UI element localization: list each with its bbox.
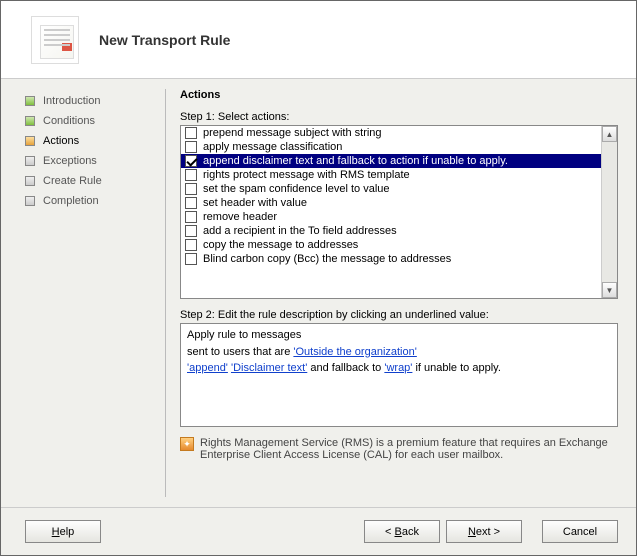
action-label: Blind carbon copy (Bcc) the message to a… bbox=[203, 253, 451, 265]
action-item[interactable]: remove header bbox=[181, 210, 601, 224]
step1-label: Step 1: Select actions: bbox=[180, 111, 618, 123]
sidebar-item-create-rule[interactable]: Create Rule bbox=[25, 171, 159, 191]
action-item[interactable]: append disclaimer text and fallback to a… bbox=[181, 154, 601, 168]
sidebar-item-exceptions[interactable]: Exceptions bbox=[25, 151, 159, 171]
sidebar-item-actions[interactable]: Actions bbox=[25, 131, 159, 151]
info-note: ✦ Rights Management Service (RMS) is a p… bbox=[180, 437, 618, 461]
sidebar-item-label: Actions bbox=[43, 135, 79, 147]
sidebar-item-label: Conditions bbox=[43, 115, 95, 127]
action-item[interactable]: rights protect message with RMS template bbox=[181, 168, 601, 182]
link-wrap[interactable]: 'wrap' bbox=[384, 362, 412, 374]
help-button[interactable]: Help bbox=[25, 520, 101, 543]
step-bullet-icon bbox=[25, 96, 35, 106]
wizard-window: New Transport Rule Introduction Conditio… bbox=[0, 0, 637, 556]
step-bullet-icon bbox=[25, 136, 35, 146]
desc-line: Apply rule to messages bbox=[187, 327, 611, 344]
link-scope[interactable]: 'Outside the organization' bbox=[293, 346, 416, 358]
scroll-track[interactable] bbox=[602, 142, 617, 282]
action-label: remove header bbox=[203, 211, 277, 223]
link-append[interactable]: 'append' bbox=[187, 362, 228, 374]
checkbox-icon[interactable] bbox=[185, 183, 197, 195]
action-label: apply message classification bbox=[203, 141, 342, 153]
step-bullet-icon bbox=[25, 156, 35, 166]
scrollbar[interactable]: ▲ ▼ bbox=[601, 126, 617, 298]
checkbox-icon[interactable] bbox=[185, 211, 197, 223]
sidebar-item-introduction[interactable]: Introduction bbox=[25, 91, 159, 111]
step-bullet-icon bbox=[25, 196, 35, 206]
rule-description-box: Apply rule to messages sent to users tha… bbox=[180, 323, 618, 427]
action-item[interactable]: prepend message subject with string bbox=[181, 126, 601, 140]
action-item[interactable]: apply message classification bbox=[181, 140, 601, 154]
note-text: Rights Management Service (RMS) is a pre… bbox=[200, 437, 618, 461]
action-label: set header with value bbox=[203, 197, 307, 209]
action-item[interactable]: Blind carbon copy (Bcc) the message to a… bbox=[181, 252, 601, 266]
step-bullet-icon bbox=[25, 116, 35, 126]
checkbox-icon[interactable] bbox=[185, 169, 197, 181]
link-disclaimer-text[interactable]: 'Disclaimer text' bbox=[231, 362, 307, 374]
action-label: append disclaimer text and fallback to a… bbox=[203, 155, 508, 167]
action-item[interactable]: copy the message to addresses bbox=[181, 238, 601, 252]
page-title: New Transport Rule bbox=[99, 32, 230, 48]
checkbox-icon[interactable] bbox=[185, 127, 197, 139]
info-icon: ✦ bbox=[180, 437, 194, 451]
action-item[interactable]: set the spam confidence level to value bbox=[181, 182, 601, 196]
scroll-up-icon[interactable]: ▲ bbox=[602, 126, 617, 142]
checkbox-icon[interactable] bbox=[185, 225, 197, 237]
section-heading: Actions bbox=[180, 89, 618, 101]
main-panel: Actions Step 1: Select actions: prepend … bbox=[166, 79, 636, 507]
back-button[interactable]: < Back bbox=[364, 520, 440, 543]
checkbox-icon[interactable] bbox=[185, 197, 197, 209]
sidebar-item-label: Completion bbox=[43, 195, 99, 207]
sidebar-item-label: Create Rule bbox=[43, 175, 102, 187]
checkbox-icon[interactable] bbox=[185, 155, 197, 167]
action-label: prepend message subject with string bbox=[203, 127, 382, 139]
action-label: add a recipient in the To field addresse… bbox=[203, 225, 397, 237]
header: New Transport Rule bbox=[1, 1, 636, 79]
action-label: set the spam confidence level to value bbox=[203, 183, 390, 195]
checkbox-icon[interactable] bbox=[185, 141, 197, 153]
action-item[interactable]: add a recipient in the To field addresse… bbox=[181, 224, 601, 238]
sidebar-item-completion[interactable]: Completion bbox=[25, 191, 159, 211]
step2-label: Step 2: Edit the rule description by cli… bbox=[180, 309, 618, 321]
sidebar-item-conditions[interactable]: Conditions bbox=[25, 111, 159, 131]
cancel-button[interactable]: Cancel bbox=[542, 520, 618, 543]
action-label: rights protect message with RMS template bbox=[203, 169, 410, 181]
step-bullet-icon bbox=[25, 176, 35, 186]
checkbox-icon[interactable] bbox=[185, 253, 197, 265]
scroll-down-icon[interactable]: ▼ bbox=[602, 282, 617, 298]
footer: Help < Back Next > Cancel bbox=[1, 507, 636, 555]
next-button[interactable]: Next > bbox=[446, 520, 522, 543]
wizard-steps-sidebar: Introduction Conditions Actions Exceptio… bbox=[1, 79, 165, 507]
checkbox-icon[interactable] bbox=[185, 239, 197, 251]
action-item[interactable]: set header with value bbox=[181, 196, 601, 210]
desc-line: sent to users that are 'Outside the orga… bbox=[187, 344, 611, 361]
sidebar-item-label: Exceptions bbox=[43, 155, 97, 167]
sidebar-item-label: Introduction bbox=[43, 95, 100, 107]
action-label: copy the message to addresses bbox=[203, 239, 358, 251]
wizard-icon bbox=[31, 16, 79, 64]
desc-line: 'append' 'Disclaimer text' and fallback … bbox=[187, 360, 611, 377]
actions-listbox[interactable]: prepend message subject with string appl… bbox=[180, 125, 618, 299]
